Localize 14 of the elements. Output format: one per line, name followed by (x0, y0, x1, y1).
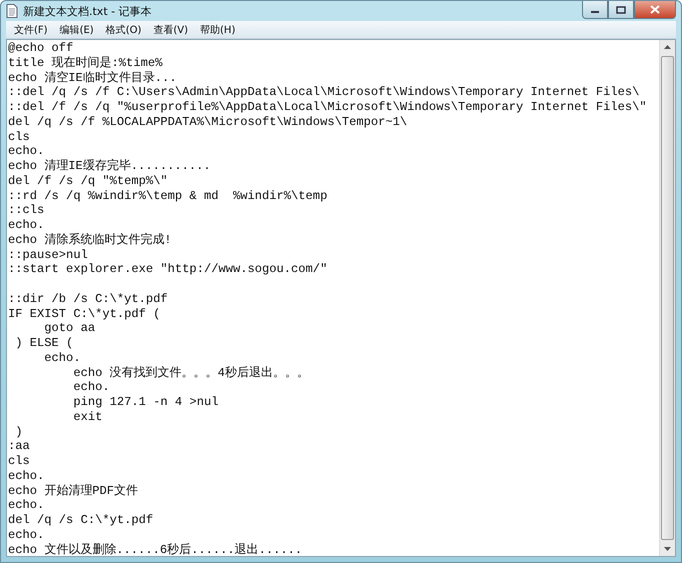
menu-item[interactable]: 查看(V) (147, 22, 194, 36)
close-button[interactable] (634, 1, 676, 19)
maximize-icon (616, 6, 626, 14)
menu-item[interactable]: 文件(F) (8, 22, 54, 36)
menu-item[interactable]: 编辑(E) (54, 22, 100, 36)
scroll-bar[interactable] (659, 40, 675, 556)
minimize-button[interactable] (582, 1, 608, 19)
maximize-button[interactable] (608, 1, 634, 19)
scroll-thumb[interactable] (661, 56, 674, 540)
close-icon (650, 5, 660, 14)
document-icon (6, 4, 18, 18)
window-title: 新建文本文档.txt - 记事本 (23, 4, 153, 18)
menu-item[interactable]: 格式(O) (100, 22, 148, 36)
menu-item[interactable]: 帮助(H) (194, 22, 242, 36)
